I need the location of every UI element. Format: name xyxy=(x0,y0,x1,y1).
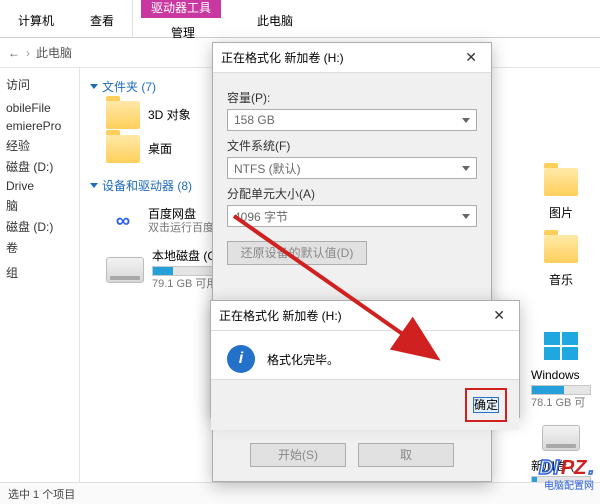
chevron-down-icon xyxy=(462,118,470,123)
close-icon[interactable]: ✕ xyxy=(459,49,483,66)
chevron-down-icon xyxy=(462,214,470,219)
dialog-titlebar[interactable]: 正在格式化 新加卷 (H:) ✕ xyxy=(213,43,491,73)
wm-sub: 电脑配置网 xyxy=(544,477,594,492)
ribbon-thispc: 此电脑 xyxy=(239,0,311,37)
status-text: 选中 1 个项目 xyxy=(8,489,75,501)
sidebar-item[interactable]: obileFile xyxy=(4,99,75,117)
tab-manage[interactable]: 管理 xyxy=(161,20,205,41)
chevron-down-icon xyxy=(90,84,98,89)
status-bar: 选中 1 个项目 xyxy=(0,482,600,504)
ribbon-view-group: 查看 xyxy=(72,0,132,37)
sidebar-item[interactable]: 脑 xyxy=(4,195,75,216)
folder-label: 3D 对象 xyxy=(148,108,191,123)
dialog-title: 正在格式化 新加卷 (H:) xyxy=(219,307,342,324)
sidebar-item[interactable]: 访问 xyxy=(4,74,75,95)
device-windows[interactable]: Windows 78.1 GB 可 xyxy=(526,332,596,411)
crumb-thispc[interactable]: 此电脑 xyxy=(36,44,72,61)
folder-icon xyxy=(544,235,578,263)
folder-label: 图片 xyxy=(549,204,573,221)
tab-drive-tools[interactable]: 驱动器工具 xyxy=(141,0,221,18)
chevron-down-icon xyxy=(90,183,98,188)
restore-row: 还原设备的默认值(D) xyxy=(227,241,477,265)
ribbon-left-group: 计算机 xyxy=(0,0,72,37)
folder-item[interactable]: 图片 xyxy=(526,168,596,221)
dialog-title: 正在格式化 新加卷 (H:) xyxy=(221,49,344,66)
sidebar-item[interactable]: emierePro xyxy=(4,117,75,135)
allocation-label: 分配单元大小(A) xyxy=(227,185,477,202)
folder-icon xyxy=(106,135,140,163)
folder-label: 音乐 xyxy=(549,271,573,288)
cancel-button[interactable]: 取 xyxy=(358,443,454,467)
filesystem-value: NTFS (默认) xyxy=(234,160,301,177)
folder-label: 桌面 xyxy=(148,142,172,157)
dialog-footer: 确定 xyxy=(211,379,519,430)
device-label: Windows xyxy=(531,368,580,383)
baidu-icon: ∞ xyxy=(106,207,140,235)
dialog-body: i 格式化完毕。 xyxy=(211,331,519,379)
watermark: DIPZ. 电脑配置网 xyxy=(539,457,594,480)
section-title: 设备和驱动器 (8) xyxy=(102,177,192,194)
sidebar-item[interactable]: 磁盘 (D:) xyxy=(4,216,75,237)
allocation-select[interactable]: 4096 字节 xyxy=(227,205,477,227)
sidebar-item[interactable]: 组 xyxy=(4,262,75,283)
info-icon: i xyxy=(227,345,255,373)
sidebar[interactable]: 访问 obileFile emierePro 经验 磁盘 (D:) Drive … xyxy=(0,68,80,482)
drive-icon xyxy=(542,425,580,451)
allocation-value: 4096 字节 xyxy=(234,208,288,225)
ok-button[interactable]: 确定 xyxy=(473,397,499,413)
close-icon[interactable]: ✕ xyxy=(487,307,511,324)
ribbon-manage-group: 驱动器工具 管理 xyxy=(132,0,233,37)
start-button[interactable]: 开始(S) xyxy=(250,443,346,467)
annotation-highlight: 确定 xyxy=(465,388,507,422)
capacity-select[interactable]: 158 GB xyxy=(227,109,477,131)
filesystem-label: 文件系统(F) xyxy=(227,137,477,154)
dialog-titlebar[interactable]: 正在格式化 新加卷 (H:) ✕ xyxy=(211,301,519,331)
section-title: 文件夹 (7) xyxy=(102,78,156,95)
left-arrow-icon[interactable]: ← xyxy=(8,46,20,60)
capacity-value: 158 GB xyxy=(234,113,275,127)
right-column: 图片 音乐 Windows 78.1 GB 可 新加卷 ( 407 xyxy=(526,168,596,482)
folder-icon xyxy=(544,168,578,196)
chevron-down-icon xyxy=(462,166,470,171)
filesystem-select[interactable]: NTFS (默认) xyxy=(227,157,477,179)
usage-bar xyxy=(531,385,591,395)
dialog-buttons: 开始(S) 取 xyxy=(213,433,491,481)
folder-icon xyxy=(106,101,140,129)
restore-defaults-button[interactable]: 还原设备的默认值(D) xyxy=(227,241,367,265)
sidebar-item[interactable]: 卷 xyxy=(4,237,75,258)
sidebar-item[interactable]: 磁盘 (D:) xyxy=(4,156,75,177)
sep: › xyxy=(26,46,30,60)
tab-computer[interactable]: 计算机 xyxy=(8,8,64,29)
device-sub: 78.1 GB 可 xyxy=(531,397,585,411)
sidebar-item[interactable]: Drive xyxy=(4,177,75,195)
folder-item[interactable]: 音乐 xyxy=(526,235,596,288)
sidebar-item[interactable]: 经验 xyxy=(4,135,75,156)
message-text: 格式化完毕。 xyxy=(267,351,339,368)
tab-thispc[interactable]: 此电脑 xyxy=(247,8,303,29)
capacity-label: 容量(P): xyxy=(227,89,477,106)
tab-view[interactable]: 查看 xyxy=(80,8,124,29)
windows-icon xyxy=(544,332,578,360)
drive-icon xyxy=(106,257,144,283)
ribbon: 计算机 查看 驱动器工具 管理 此电脑 xyxy=(0,0,600,38)
message-dialog: 正在格式化 新加卷 (H:) ✕ i 格式化完毕。 确定 xyxy=(210,300,520,418)
